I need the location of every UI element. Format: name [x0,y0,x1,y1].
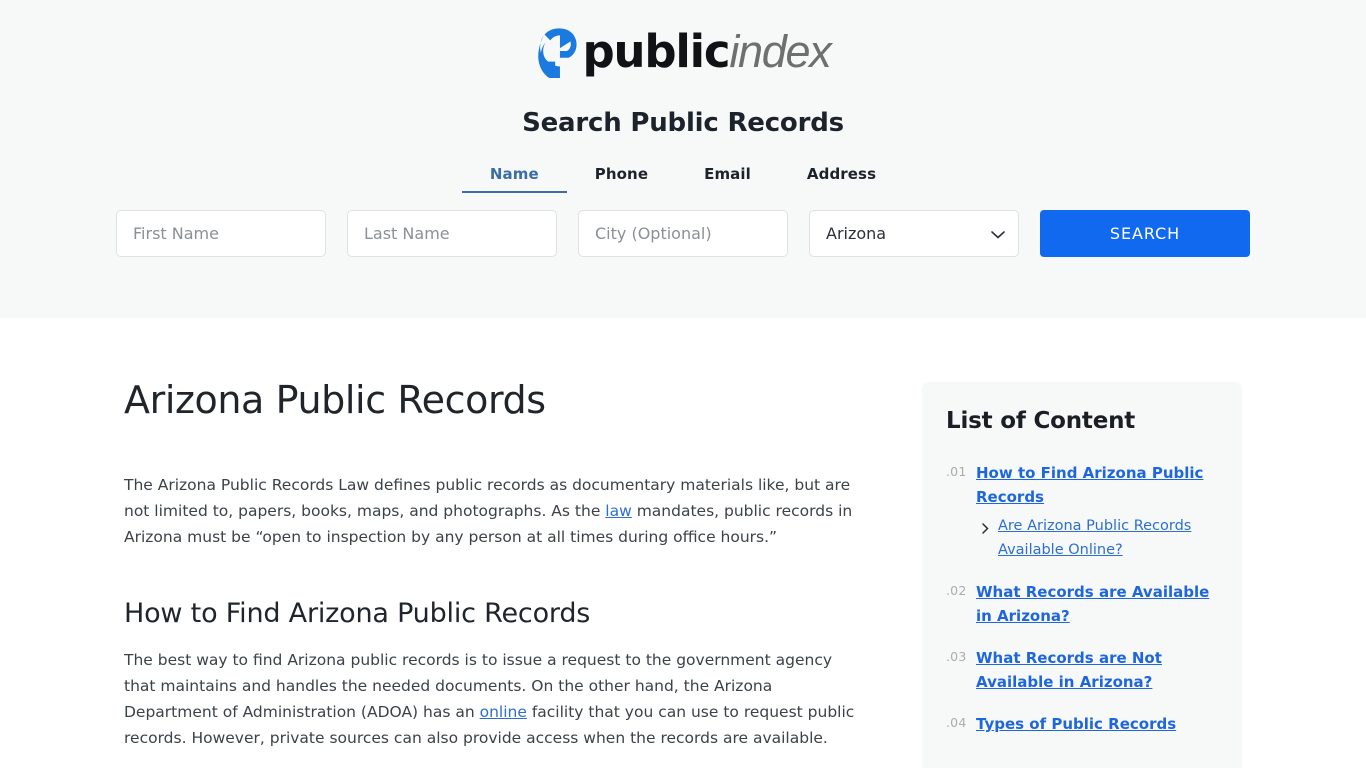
list-of-content-panel: List of Content .01 How to Find Arizona … [922,382,1242,768]
logo-p-arrow-icon [536,25,583,79]
toc-number: .01 [946,464,967,479]
search-type-tabs: Name Phone Email Address [0,161,1366,193]
toc-item-02: .02 What Records are Available in Arizon… [946,580,1214,628]
logo-text-index: index [729,26,831,77]
page-title: Arizona Public Records [124,378,546,422]
logo-text-public: public [582,25,731,78]
toc-item-04: .04 Types of Public Records [946,712,1214,736]
tab-email[interactable]: Email [676,161,779,193]
toc-number: .04 [946,715,967,730]
toc-sublink-available-online[interactable]: Are Arizona Public Records Available Onl… [998,514,1214,562]
law-link[interactable]: law [605,502,631,520]
search-heading: Search Public Records [522,108,844,138]
toc-number: .03 [946,649,967,664]
state-select[interactable]: Arizona [809,210,1019,257]
state-select-value[interactable]: Arizona [809,210,1019,257]
intro-paragraph: The Arizona Public Records Law defines p… [124,472,866,550]
search-button[interactable]: SEARCH [1040,210,1250,257]
search-form: Arizona SEARCH [0,210,1366,257]
article-column: Arizona Public Records The Arizona Publi… [124,318,884,768]
online-link[interactable]: online [480,703,527,721]
last-name-input[interactable] [347,210,557,257]
toc-link-how-to-find[interactable]: How to Find Arizona Public Records [976,464,1203,506]
first-name-input[interactable] [116,210,326,257]
toc-item-01: .01 How to Find Arizona Public Records A… [946,461,1214,562]
section-heading-how-to-find: How to Find Arizona Public Records [124,597,591,629]
toc-number: .02 [946,583,967,598]
site-logo[interactable]: public index [0,0,1366,78]
city-input[interactable] [578,210,788,257]
toc-item-03: .03 What Records are Not Available in Ar… [946,646,1214,694]
site-header: public index Search Public Records Name … [0,0,1366,318]
tab-name[interactable]: Name [461,161,567,193]
how-to-find-paragraph: The best way to find Arizona public reco… [124,647,866,751]
toc-title: List of Content [946,408,1136,434]
toc-subitem: Are Arizona Public Records Available Onl… [976,514,1214,562]
chevron-right-icon [982,514,989,562]
tab-phone[interactable]: Phone [567,161,676,193]
page-content: Arizona Public Records The Arizona Publi… [0,318,1366,768]
toc-link-types-of-public-records[interactable]: Types of Public Records [976,715,1176,733]
toc-link-what-records-not-available[interactable]: What Records are Not Available in Arizon… [976,649,1162,691]
sidebar: List of Content .01 How to Find Arizona … [922,318,1242,768]
toc-link-what-records-available[interactable]: What Records are Available in Arizona? [976,583,1209,625]
tab-address[interactable]: Address [779,161,904,193]
